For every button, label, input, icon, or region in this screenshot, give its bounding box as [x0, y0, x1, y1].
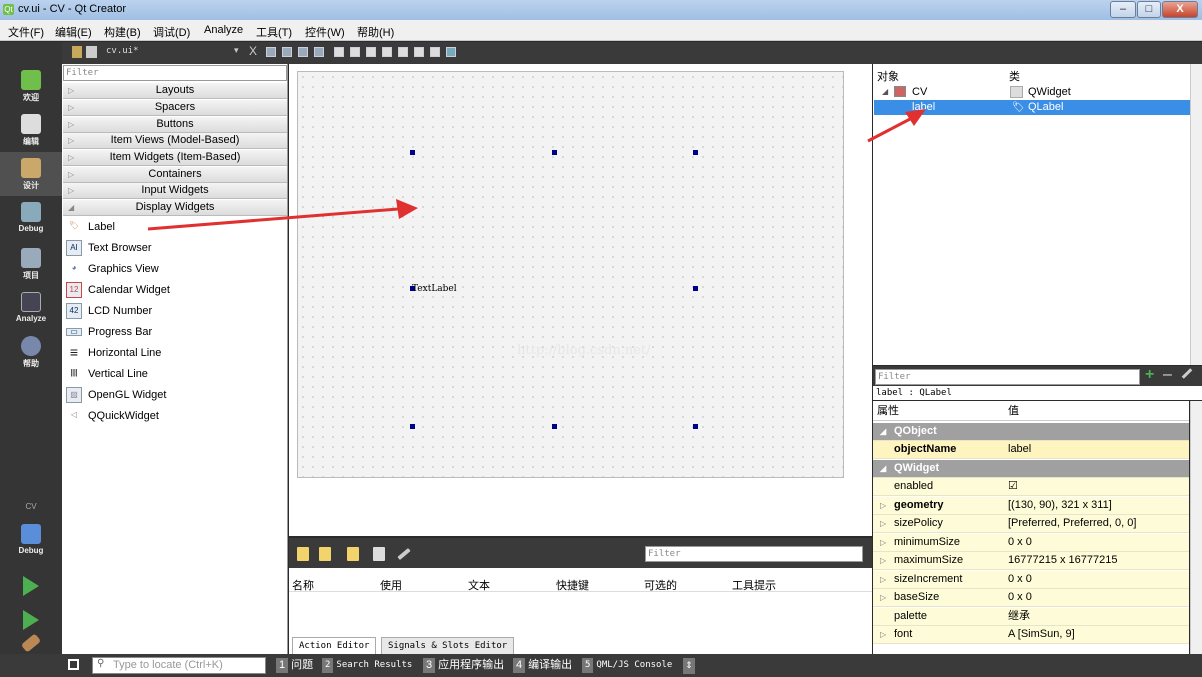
- pane-issues[interactable]: 1 问题: [276, 658, 313, 674]
- arrowhead: [905, 109, 926, 126]
- pane-qml-console[interactable]: 5 QML/JS Console: [582, 658, 672, 674]
- pane-compile-output[interactable]: 4 编译输出: [513, 658, 572, 674]
- pane-search-results[interactable]: 2 Search Results: [322, 658, 412, 674]
- pane-application-output[interactable]: 3 应用程序输出: [423, 658, 504, 674]
- search-icon: ⚲: [97, 658, 105, 669]
- arrowhead: [396, 199, 418, 219]
- toggle-sidebar-icon[interactable]: [68, 659, 79, 670]
- annotation-arrows: [147, 109, 926, 231]
- more-panes-icon[interactable]: ⇕: [683, 658, 695, 674]
- arrow-line: [147, 207, 399, 231]
- arrow-line: [867, 116, 913, 143]
- locator-input[interactable]: Type to locate (Ctrl+K): [92, 657, 266, 674]
